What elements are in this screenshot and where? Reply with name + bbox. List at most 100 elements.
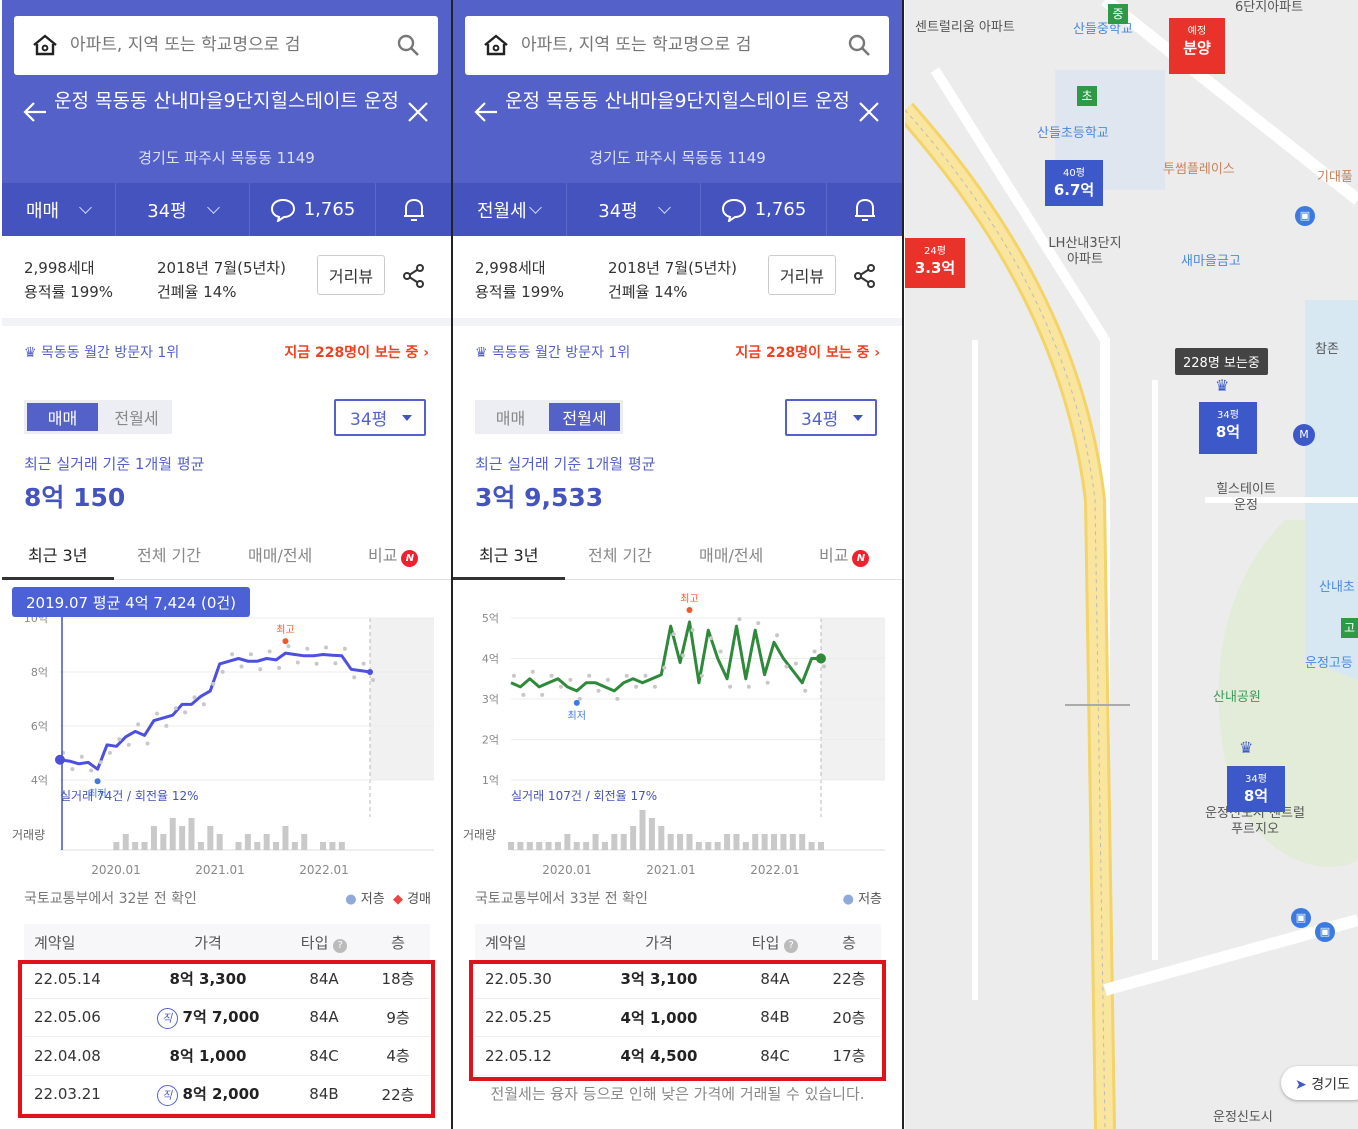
rent-chart[interactable]: 1억 2억 3억 4억 5억 최고최저실거래 107건 / 회전율 17% 거래량 2020.… (453, 582, 902, 882)
tab-compare[interactable]: 비교 N (819, 542, 870, 567)
bus-stop-icon[interactable]: ▣ (1291, 908, 1311, 928)
search-input[interactable] (70, 28, 390, 62)
price-marker[interactable]: 24평 3.3억 (905, 238, 965, 288)
home-icon[interactable] (32, 34, 58, 56)
tab-all-period[interactable]: 전체 기간 (137, 542, 201, 566)
volume-bar (132, 842, 139, 850)
tab-sale-jeonse[interactable]: 매매/전세 (248, 542, 312, 566)
segment-sale[interactable]: 매매 (475, 400, 546, 434)
price-chart[interactable]: 4억6억8억10억최고최저실거래 74건 / 회전율 12%거래량2020.01… (2, 582, 451, 882)
share-icon[interactable] (853, 264, 877, 288)
segment-rent[interactable]: 전월세 (549, 403, 620, 431)
volume-bar (752, 834, 759, 850)
map-label[interactable]: 산내공원 (1213, 690, 1261, 706)
share-icon[interactable] (402, 264, 426, 288)
subway-icon[interactable]: M (1293, 424, 1315, 446)
trade-dot (211, 681, 216, 686)
deal-type-dropdown[interactable]: 전월세 (453, 183, 567, 236)
bus-stop-icon[interactable]: ▣ (1315, 922, 1335, 942)
volume-bar (526, 842, 533, 850)
volume-bar (639, 810, 646, 850)
map-label[interactable]: 운정신도시 (1213, 1110, 1273, 1126)
school-marker-high[interactable]: 고 (1341, 618, 1358, 638)
map-label[interactable]: 6단지아파트 (1235, 0, 1303, 16)
location-button[interactable]: ➤ 경기도 (1281, 1066, 1358, 1100)
home-icon[interactable] (483, 34, 509, 56)
tab-sale-jeonse[interactable]: 매매/전세 (699, 542, 763, 566)
back-arrow-icon[interactable] (473, 100, 499, 124)
help-icon[interactable]: ? (784, 938, 799, 953)
trade-dot (709, 636, 714, 641)
tooltip-text: 2019.07 평균 4억 7,424 (0건) (26, 594, 236, 612)
legend-dot-icon: ● (345, 892, 357, 907)
col-type-label: 타입 (751, 933, 780, 952)
volume-bar (508, 842, 514, 850)
street-view-button[interactable]: 거리뷰 (317, 255, 385, 295)
tab-compare[interactable]: 비교 N (368, 542, 419, 567)
alarm-button[interactable] (827, 183, 902, 236)
search-icon[interactable] (396, 33, 420, 57)
volume-bar (254, 842, 261, 850)
map-label[interactable]: 산들중학교 (1073, 22, 1133, 38)
help-icon[interactable]: ? (333, 938, 348, 953)
close-icon[interactable] (407, 101, 429, 123)
address: 경기도 파주시 목동동 1149 (589, 149, 766, 167)
segment-rent[interactable]: 전월세 (101, 400, 172, 434)
tab-recent-3y[interactable]: 최근 3년 (28, 542, 87, 566)
volume-bar (818, 842, 824, 850)
high-label: 최고 (680, 593, 698, 605)
segment-sale[interactable]: 매매 (27, 403, 98, 431)
volume-bar (648, 818, 655, 850)
volume-bar (630, 826, 637, 850)
search-bar[interactable] (465, 16, 889, 75)
tab-recent-3y[interactable]: 최근 3년 (479, 542, 538, 566)
close-icon[interactable] (858, 101, 880, 123)
deal-type-label: 전월세 (477, 200, 527, 222)
map-label[interactable]: 산들초등학교 (1037, 126, 1109, 142)
map-label[interactable]: 참존 (1315, 342, 1339, 358)
price-marker[interactable]: 34평 8억 (1199, 402, 1257, 454)
map-label[interactable]: 힐스테이트 운정 (1211, 482, 1281, 514)
back-arrow-icon[interactable] (22, 100, 48, 124)
average-price-line (59, 651, 371, 771)
price-marker[interactable]: 예정 분양 (1169, 18, 1225, 74)
tab-compare-label: 비교 (819, 546, 849, 565)
col-type: 타입 ? (282, 932, 366, 953)
school-marker-elementary[interactable]: 초 (1077, 86, 1097, 106)
map-label[interactable]: 산내초 (1319, 580, 1355, 596)
volume-bar (705, 842, 712, 850)
rank-bar[interactable]: ♛ 목동동 월간 방문자 1위 지금 228명이 보는 중 › (453, 332, 902, 372)
street-view-button[interactable]: 거리뷰 (768, 255, 836, 295)
search-icon[interactable] (847, 33, 871, 57)
map-label[interactable]: 기대풀 (1317, 170, 1353, 186)
size-dropdown[interactable]: 34평 (116, 183, 250, 236)
x-tick-label: 2020.01 (542, 863, 592, 877)
school-marker-middle[interactable]: 중 (1108, 4, 1128, 24)
map-label[interactable]: 새마을금고 (1181, 254, 1241, 270)
comments-button[interactable]: 1,765 (701, 183, 827, 236)
volume-bar (122, 834, 129, 850)
search-input[interactable] (521, 28, 841, 62)
price-marker[interactable]: 34평 8억 (1227, 766, 1285, 812)
comments-button[interactable]: 1,765 (250, 183, 376, 236)
price-marker[interactable]: 40평 6.7억 (1045, 160, 1103, 206)
trade-dot (643, 673, 648, 678)
search-bar[interactable] (14, 16, 438, 75)
volume-bar (583, 842, 590, 850)
alarm-button[interactable] (376, 183, 451, 236)
map-view[interactable]: 센트럴리움 아파트 산들중학교 6단지아파트 산들초등학교 투썸플레이스 기대풀… (905, 0, 1358, 1129)
rank-bar[interactable]: ♛ 목동동 월간 방문자 1위 지금 228명이 보는 중 › (2, 332, 451, 372)
bus-stop-icon[interactable]: ▣ (1295, 206, 1315, 226)
size-select[interactable]: 34평 (334, 399, 426, 436)
col-price: 가격 (645, 933, 673, 952)
tab-all-period[interactable]: 전체 기간 (588, 542, 652, 566)
map-label[interactable]: 투썸플레이스 (1163, 162, 1235, 178)
size-select[interactable]: 34평 (785, 399, 877, 436)
map-label[interactable]: 운정고등 (1305, 656, 1353, 672)
trade-dot (803, 688, 808, 693)
trade-dot (615, 696, 620, 701)
size-dropdown[interactable]: 34평 (567, 183, 701, 236)
deal-type-dropdown[interactable]: 매매 (2, 183, 116, 236)
map-label[interactable]: LH산내3단지 아파트 (1043, 236, 1127, 268)
map-label[interactable]: 센트럴리움 아파트 (915, 20, 1015, 36)
